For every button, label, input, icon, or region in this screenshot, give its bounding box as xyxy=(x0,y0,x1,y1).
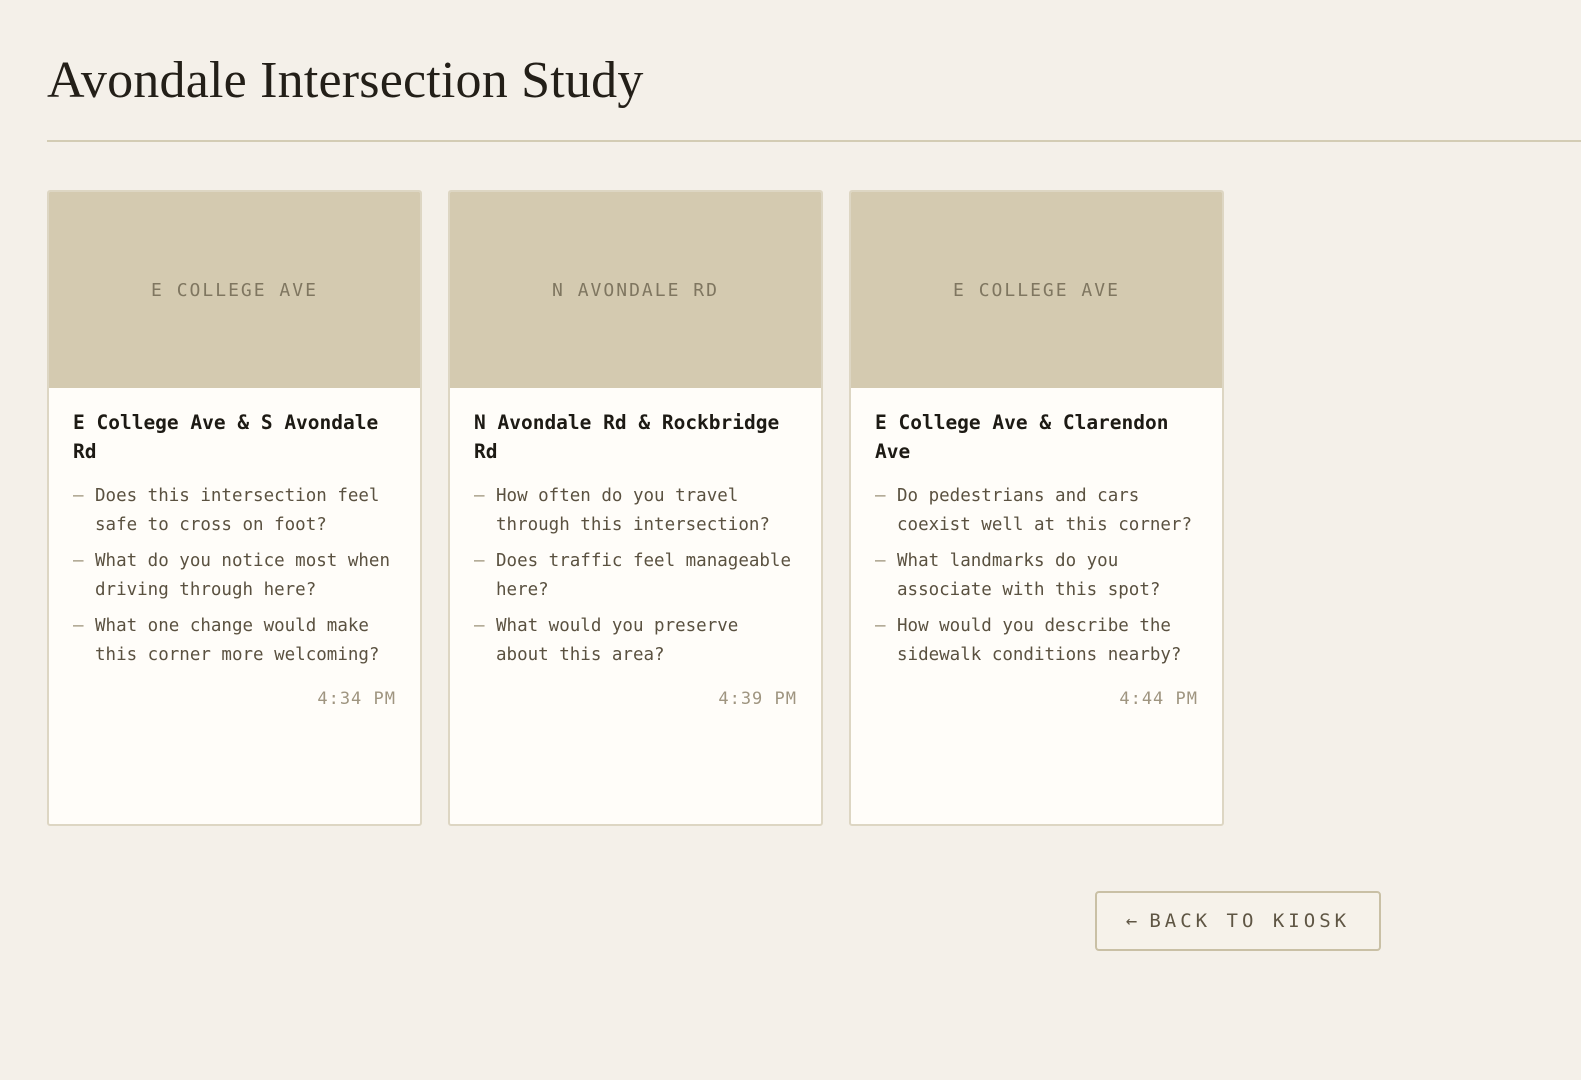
question-text: What do you notice most when driving thr… xyxy=(95,551,391,600)
intersection-card[interactable]: E COLLEGE AVE E College Ave & Clarendon … xyxy=(849,190,1224,826)
question-item: — What one change would make this corner… xyxy=(73,612,396,669)
title-divider xyxy=(47,140,1581,142)
question-text: What one change would make this corner m… xyxy=(95,616,380,665)
question-list: — Do pedestrians and cars coexist well a… xyxy=(875,482,1198,669)
question-item: — How often do you travel through this i… xyxy=(474,482,797,539)
question-text: Does traffic feel manageable here? xyxy=(496,551,792,600)
card-photo-label: E COLLEGE AVE xyxy=(953,279,1120,301)
intersection-card[interactable]: E COLLEGE AVE E College Ave & S Avondale… xyxy=(47,190,422,826)
card-body: E College Ave & Clarendon Ave — Do pedes… xyxy=(851,388,1222,711)
dash-marker: — xyxy=(474,616,485,636)
question-text: How often do you travel through this int… xyxy=(496,486,770,535)
card-timestamp: 4:34 PM xyxy=(317,689,396,709)
left-arrow-icon: ← xyxy=(1125,910,1138,932)
question-list: — How often do you travel through this i… xyxy=(474,482,797,669)
question-text: What would you preserve about this area? xyxy=(496,616,739,665)
question-list: — Does this intersection feel safe to cr… xyxy=(73,482,396,669)
question-text: How would you describe the sidewalk cond… xyxy=(897,616,1182,665)
card-body: N Avondale Rd & Rockbridge Rd — How ofte… xyxy=(450,388,821,711)
card-photo-placeholder: N AVONDALE RD xyxy=(450,192,821,388)
intersection-card[interactable]: N AVONDALE RD N Avondale Rd & Rockbridge… xyxy=(448,190,823,826)
page-title: Avondale Intersection Study xyxy=(47,52,644,109)
question-item: — What do you notice most when driving t… xyxy=(73,547,396,604)
card-photo-placeholder: E COLLEGE AVE xyxy=(49,192,420,388)
question-item: — Does this intersection feel safe to cr… xyxy=(73,482,396,539)
card-body: E College Ave & S Avondale Rd — Does thi… xyxy=(49,388,420,711)
question-item: — How would you describe the sidewalk co… xyxy=(875,612,1198,669)
card-photo-label: N AVONDALE RD xyxy=(552,279,719,301)
card-photo-placeholder: E COLLEGE AVE xyxy=(851,192,1222,388)
card-timestamp: 4:44 PM xyxy=(1119,689,1198,709)
dash-marker: — xyxy=(474,551,485,571)
dash-marker: — xyxy=(875,551,886,571)
question-text: Do pedestrians and cars coexist well at … xyxy=(897,486,1193,535)
card-heading: E College Ave & Clarendon Ave xyxy=(875,411,1169,463)
question-text: Does this intersection feel safe to cros… xyxy=(95,486,380,535)
dash-marker: — xyxy=(73,616,84,636)
card-timestamp: 4:39 PM xyxy=(718,689,797,709)
question-item: — Does traffic feel manageable here? xyxy=(474,547,797,604)
question-item: — What would you preserve about this are… xyxy=(474,612,797,669)
dash-marker: — xyxy=(73,551,84,571)
dash-marker: — xyxy=(875,616,886,636)
dash-marker: — xyxy=(73,486,84,506)
card-photo-label: E COLLEGE AVE xyxy=(151,279,318,301)
dash-marker: — xyxy=(474,486,485,506)
card-heading: E College Ave & S Avondale Rd xyxy=(73,411,379,463)
question-item: — Do pedestrians and cars coexist well a… xyxy=(875,482,1198,539)
back-button-label: BACK TO KIOSK xyxy=(1149,910,1351,932)
back-to-kiosk-button[interactable]: ← BACK TO KIOSK xyxy=(1095,891,1381,951)
dash-marker: — xyxy=(875,486,886,506)
question-text: What landmarks do you associate with thi… xyxy=(897,551,1161,600)
question-item: — What landmarks do you associate with t… xyxy=(875,547,1198,604)
card-heading: N Avondale Rd & Rockbridge Rd xyxy=(474,411,780,463)
